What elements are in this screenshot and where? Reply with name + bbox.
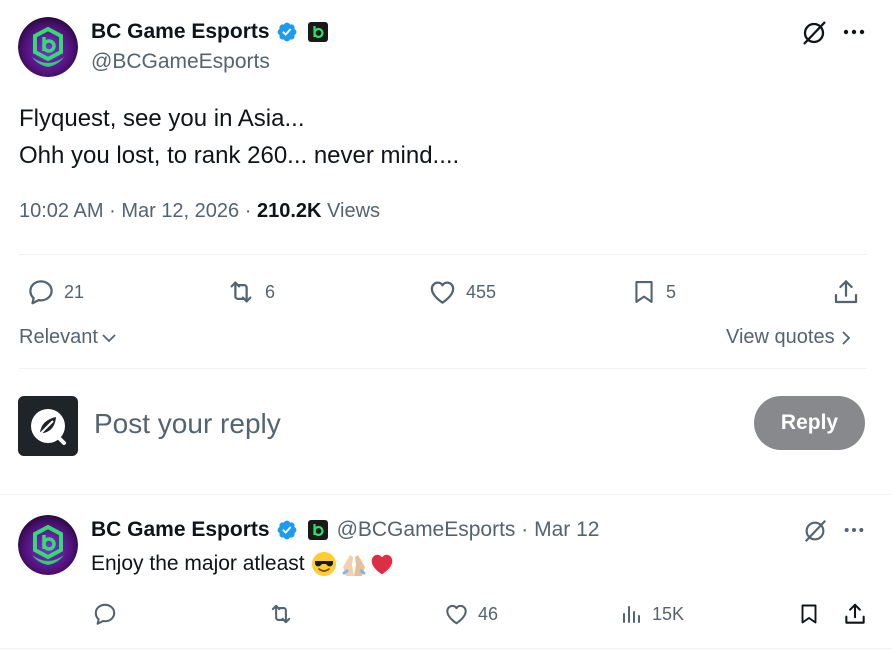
grok-icon[interactable] xyxy=(798,18,830,48)
divider xyxy=(0,494,892,495)
reply-input[interactable] xyxy=(94,404,654,444)
affiliate-badge-icon[interactable] xyxy=(307,519,329,541)
views-label: Views xyxy=(327,200,381,222)
reply-author-display-name[interactable]: BC Game Esports xyxy=(91,518,270,542)
divider xyxy=(0,648,892,649)
more-options-icon[interactable] xyxy=(840,516,868,544)
reply-handle-date[interactable]: @BCGameEsports · Mar 12 xyxy=(337,518,600,542)
tweet-meta: 10:02 AM · Mar 12, 2026 · 210.2K Views xyxy=(19,200,380,223)
verified-badge-icon[interactable] xyxy=(276,519,298,541)
bookmark-action-button[interactable] xyxy=(795,600,823,628)
heart-icon xyxy=(446,604,467,625)
reply-author-row: BC Game Esports @BCGameEsports · Mar 12 xyxy=(91,518,599,542)
like-action-button[interactable]: 455 xyxy=(427,277,496,307)
author-name-row: BC Game Esports xyxy=(91,20,329,44)
views-count: 15K xyxy=(652,603,685,624)
red-heart-emoji xyxy=(369,551,395,577)
like-action-button[interactable]: 46 xyxy=(443,601,498,627)
meta-separator: · xyxy=(109,200,116,222)
reply-icon xyxy=(29,280,53,305)
reply-tweet-text: Enjoy the major atleast xyxy=(91,551,395,577)
views-action-button[interactable]: 15K xyxy=(620,601,684,627)
meta-separator: · xyxy=(244,200,252,222)
divider xyxy=(19,254,867,255)
like-count: 455 xyxy=(466,281,497,302)
bookmark-action-button[interactable]: 5 xyxy=(630,277,676,307)
share-icon xyxy=(834,280,858,304)
share-button[interactable] xyxy=(830,276,862,308)
author-display-name[interactable]: BC Game Esports xyxy=(91,20,270,44)
affiliate-badge-icon[interactable] xyxy=(307,21,329,43)
more-options-icon[interactable] xyxy=(840,18,868,46)
like-count: 46 xyxy=(478,603,499,624)
analytics-icon xyxy=(623,606,640,623)
reply-text-content: Enjoy the major atleast xyxy=(91,552,305,575)
bookmark-icon xyxy=(801,604,817,624)
heart-icon xyxy=(430,281,455,304)
tweet-text: Flyquest, see you in Asia... Ohh you los… xyxy=(19,100,459,174)
folded-hands-emoji xyxy=(340,551,366,577)
share-icon xyxy=(845,603,865,624)
bookmark-icon xyxy=(635,281,653,303)
current-user-avatar[interactable] xyxy=(18,396,78,456)
sort-dropdown[interactable]: Relevant xyxy=(19,326,117,349)
tweet-date[interactable]: Mar 12, 2026 xyxy=(121,200,239,222)
view-quotes-link[interactable]: View quotes xyxy=(726,326,853,349)
repost-icon xyxy=(230,281,252,303)
reply-submit-button[interactable]: Reply xyxy=(754,396,865,450)
reply-author-avatar[interactable] xyxy=(18,515,78,575)
tweet-line: Ohh you lost, to rank 260... never mind.… xyxy=(19,142,460,169)
author-handle[interactable]: @BCGameEsports xyxy=(91,50,270,74)
chevron-right-icon xyxy=(841,330,850,345)
reply-action-button[interactable]: 21 xyxy=(26,277,84,307)
repost-action-button[interactable]: 6 xyxy=(225,277,275,307)
sunglasses-emoji xyxy=(311,551,337,577)
repost-icon xyxy=(271,604,291,624)
repost-count: 6 xyxy=(265,281,276,302)
share-button[interactable] xyxy=(840,599,870,629)
divider xyxy=(19,368,867,369)
verified-badge-icon[interactable] xyxy=(276,21,298,43)
chevron-down-icon xyxy=(102,333,116,342)
bookmark-count: 5 xyxy=(666,281,677,302)
tweet-line: Flyquest, see you in Asia... xyxy=(19,105,305,132)
grok-icon[interactable] xyxy=(800,516,830,546)
views-count: 210.2K xyxy=(256,200,322,222)
reply-icon xyxy=(94,603,116,625)
view-quotes-label: View quotes xyxy=(726,326,835,348)
author-avatar[interactable] xyxy=(18,17,78,77)
reply-count: 21 xyxy=(64,281,85,302)
reply-action-button[interactable] xyxy=(92,601,126,627)
sort-label: Relevant xyxy=(19,326,98,348)
repost-action-button[interactable] xyxy=(267,601,303,627)
tweet-time[interactable]: 10:02 AM xyxy=(19,200,104,222)
